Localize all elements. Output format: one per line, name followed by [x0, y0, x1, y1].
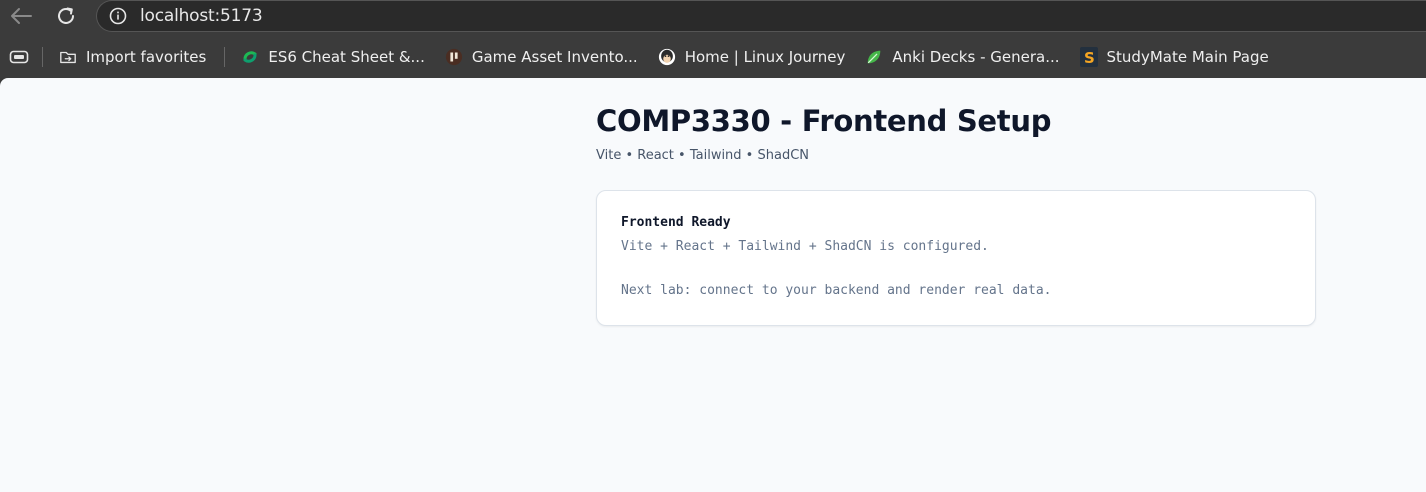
bookmark-studymate[interactable]: S StudyMate Main Page [1074, 42, 1275, 72]
bookmark-anki-decks[interactable]: Anki Decks - Genera... [859, 42, 1065, 72]
page-viewport: COMP3330 - Frontend Setup Vite • React •… [0, 78, 1426, 492]
card-config-text: Vite + React + Tailwind + ShadCN is conf… [621, 239, 989, 254]
bookmark-label: Game Asset Invento... [471, 48, 638, 66]
address-bar[interactable]: localhost:5173 [96, 0, 1426, 32]
browser-toolbar: localhost:5173 [0, 0, 1426, 36]
import-favorites-icon [59, 48, 77, 66]
linux-journey-site-icon [658, 48, 676, 66]
bookmark-divider [224, 47, 226, 67]
page-subtitle: Vite • React • Tailwind • ShadCN [596, 148, 809, 163]
back-button[interactable] [7, 4, 35, 28]
status-card: Frontend Ready Vite + React + Tailwind +… [596, 190, 1316, 326]
studymate-site-icon: S [1079, 47, 1098, 67]
tab-actions-icon[interactable] [8, 46, 30, 68]
toolbar-divider [42, 47, 43, 67]
bookmark-linux-journey[interactable]: Home | Linux Journey [652, 42, 852, 72]
svg-text:S: S [1084, 49, 1095, 67]
card-title: Frontend Ready [621, 215, 731, 230]
bookmark-game-asset-inventory[interactable]: Game Asset Invento... [439, 42, 644, 72]
reload-icon [58, 7, 74, 24]
anki-site-icon [865, 48, 883, 66]
es6-site-icon [241, 48, 259, 66]
reload-button[interactable] [52, 4, 80, 28]
bookmark-label: Import favorites [86, 48, 207, 66]
game-asset-site-icon [445, 48, 463, 66]
bookmark-es6-cheat-sheet[interactable]: ES6 Cheat Sheet &... [235, 42, 431, 72]
bookmark-label: Home | Linux Journey [684, 48, 846, 66]
bookmark-label: Anki Decks - Genera... [892, 48, 1060, 66]
bookmark-label: StudyMate Main Page [1106, 48, 1269, 66]
bookmark-import-favorites[interactable]: Import favorites [53, 42, 212, 72]
url-text[interactable]: localhost:5173 [140, 6, 263, 26]
bookmark-label: ES6 Cheat Sheet &... [268, 48, 425, 66]
bookmarks-bar: Import favorites ES6 Cheat Sheet &... Ga… [0, 36, 1426, 78]
card-next-lab-text: Next lab: connect to your backend and re… [621, 283, 1052, 298]
back-arrow-icon [11, 8, 32, 24]
page-title: COMP3330 - Frontend Setup [596, 104, 1052, 138]
site-info-icon[interactable] [109, 7, 127, 25]
